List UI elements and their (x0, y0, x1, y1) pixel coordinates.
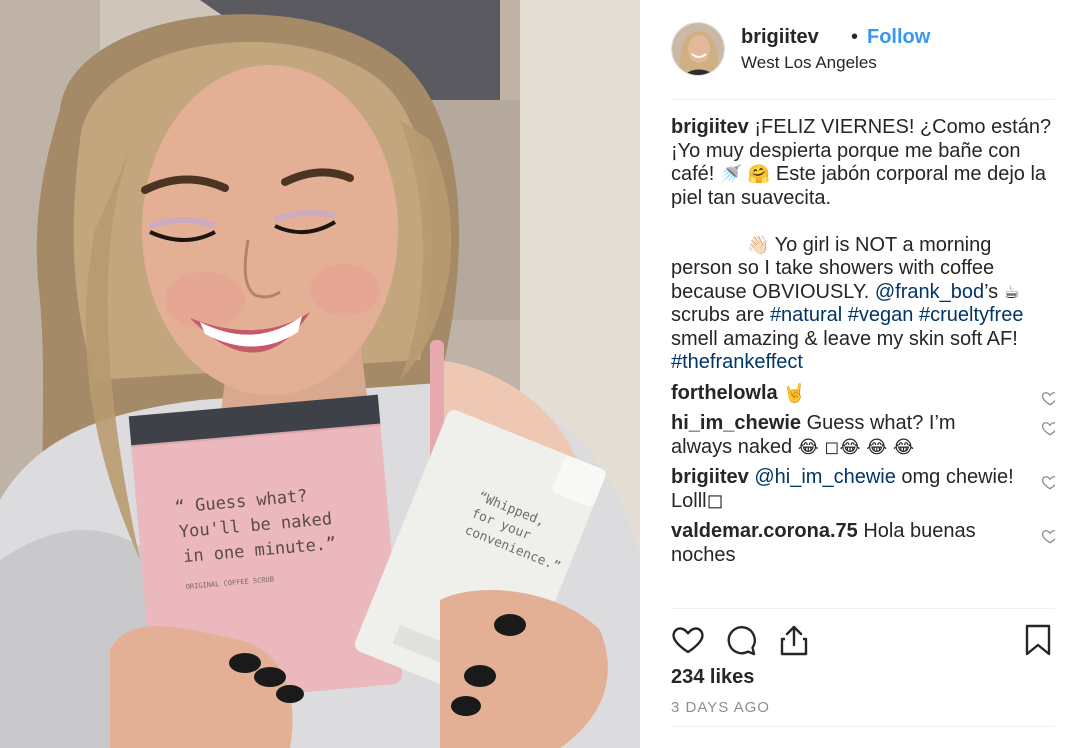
shower-emoji: 🚿 (719, 164, 743, 185)
like-button[interactable] (671, 623, 705, 657)
avatar[interactable] (671, 22, 725, 76)
avatar-image (672, 23, 724, 75)
hashtag-thefrankeffect[interactable]: #thefrankeffect (671, 351, 803, 373)
comment-like-heart-icon[interactable] (1041, 389, 1055, 407)
comment-item: hi_im_chewie Guess what? I’m always nake… (671, 412, 1055, 459)
comment-emoji: 😂 ◻😂 😂 😂 (797, 436, 914, 458)
caption-author[interactable]: brigiitev (671, 116, 749, 138)
comment-icon (727, 626, 756, 656)
wave-emoji: 👋🏻 (747, 234, 770, 256)
post-timestamp[interactable]: 3 DAYS AGO (671, 699, 770, 716)
coffee-emoji: ☕ (1003, 281, 1020, 303)
hug-emoji: 🤗 (747, 164, 771, 185)
caption-text-4: ’s (984, 280, 1004, 303)
post-photo-illustration: “ Guess what? You'll be naked in one min… (0, 0, 640, 748)
post-location[interactable]: West Los Angeles (741, 53, 877, 73)
comment-mention[interactable]: @hi_im_chewie (754, 466, 895, 488)
post-sidebar: brigiitev • Follow West Los Angeles brig… (640, 0, 1080, 748)
comment-author[interactable]: valdemar.corona.75 (671, 520, 858, 542)
comments-section[interactable]: brigiitev ¡FELIZ VIERNES! ¿Como están? ¡… (671, 116, 1055, 606)
separator-dot: • (851, 26, 859, 48)
post-caption: brigiitev ¡FELIZ VIERNES! ¿Como están? ¡… (671, 116, 1055, 375)
comment-item: valdemar.corona.75 Hola buenas noches (671, 520, 1055, 567)
hashtag-vegan[interactable]: #vegan (848, 304, 914, 326)
post-photo[interactable]: “ Guess what? You'll be naked in one min… (0, 0, 640, 748)
post-header: brigiitev • Follow West Los Angeles (671, 22, 1055, 100)
comment-emoji: 🤘 (783, 382, 806, 404)
hashtag-natural[interactable]: #natural (770, 304, 842, 326)
comment-item: forthelowla 🤘 (671, 382, 1055, 406)
post-actions-bar (671, 608, 1055, 672)
share-button[interactable] (777, 623, 811, 657)
caption-text-6: smell amazing & leave my skin soft AF! (671, 327, 1018, 350)
hashtag-crueltyfree[interactable]: #crueltyfree (919, 304, 1024, 326)
post-author-username[interactable]: brigiitev (741, 26, 819, 49)
comment-button[interactable] (724, 623, 758, 657)
caption-text-5: scrubs are (671, 304, 770, 326)
comment-author[interactable]: forthelowla (671, 382, 778, 404)
comment-like-heart-icon[interactable] (1041, 473, 1055, 491)
caption-line-break (671, 210, 1055, 234)
comment-item: brigiitev @hi_im_chewie omg chewie! Loll… (671, 466, 1055, 513)
divider (671, 726, 1055, 727)
comment-author[interactable]: brigiitev (671, 466, 749, 488)
mention-frank-bod[interactable]: @frank_bod (875, 281, 984, 303)
save-button[interactable] (1021, 623, 1055, 657)
heart-icon (672, 627, 704, 654)
comment-like-heart-icon[interactable] (1041, 527, 1055, 545)
follow-button[interactable]: Follow (867, 26, 930, 49)
bookmark-icon (1025, 624, 1051, 656)
comment-author[interactable]: hi_im_chewie (671, 412, 801, 434)
comment-like-heart-icon[interactable] (1041, 419, 1055, 437)
share-icon (780, 625, 808, 656)
likes-count[interactable]: 234 likes (671, 666, 754, 689)
